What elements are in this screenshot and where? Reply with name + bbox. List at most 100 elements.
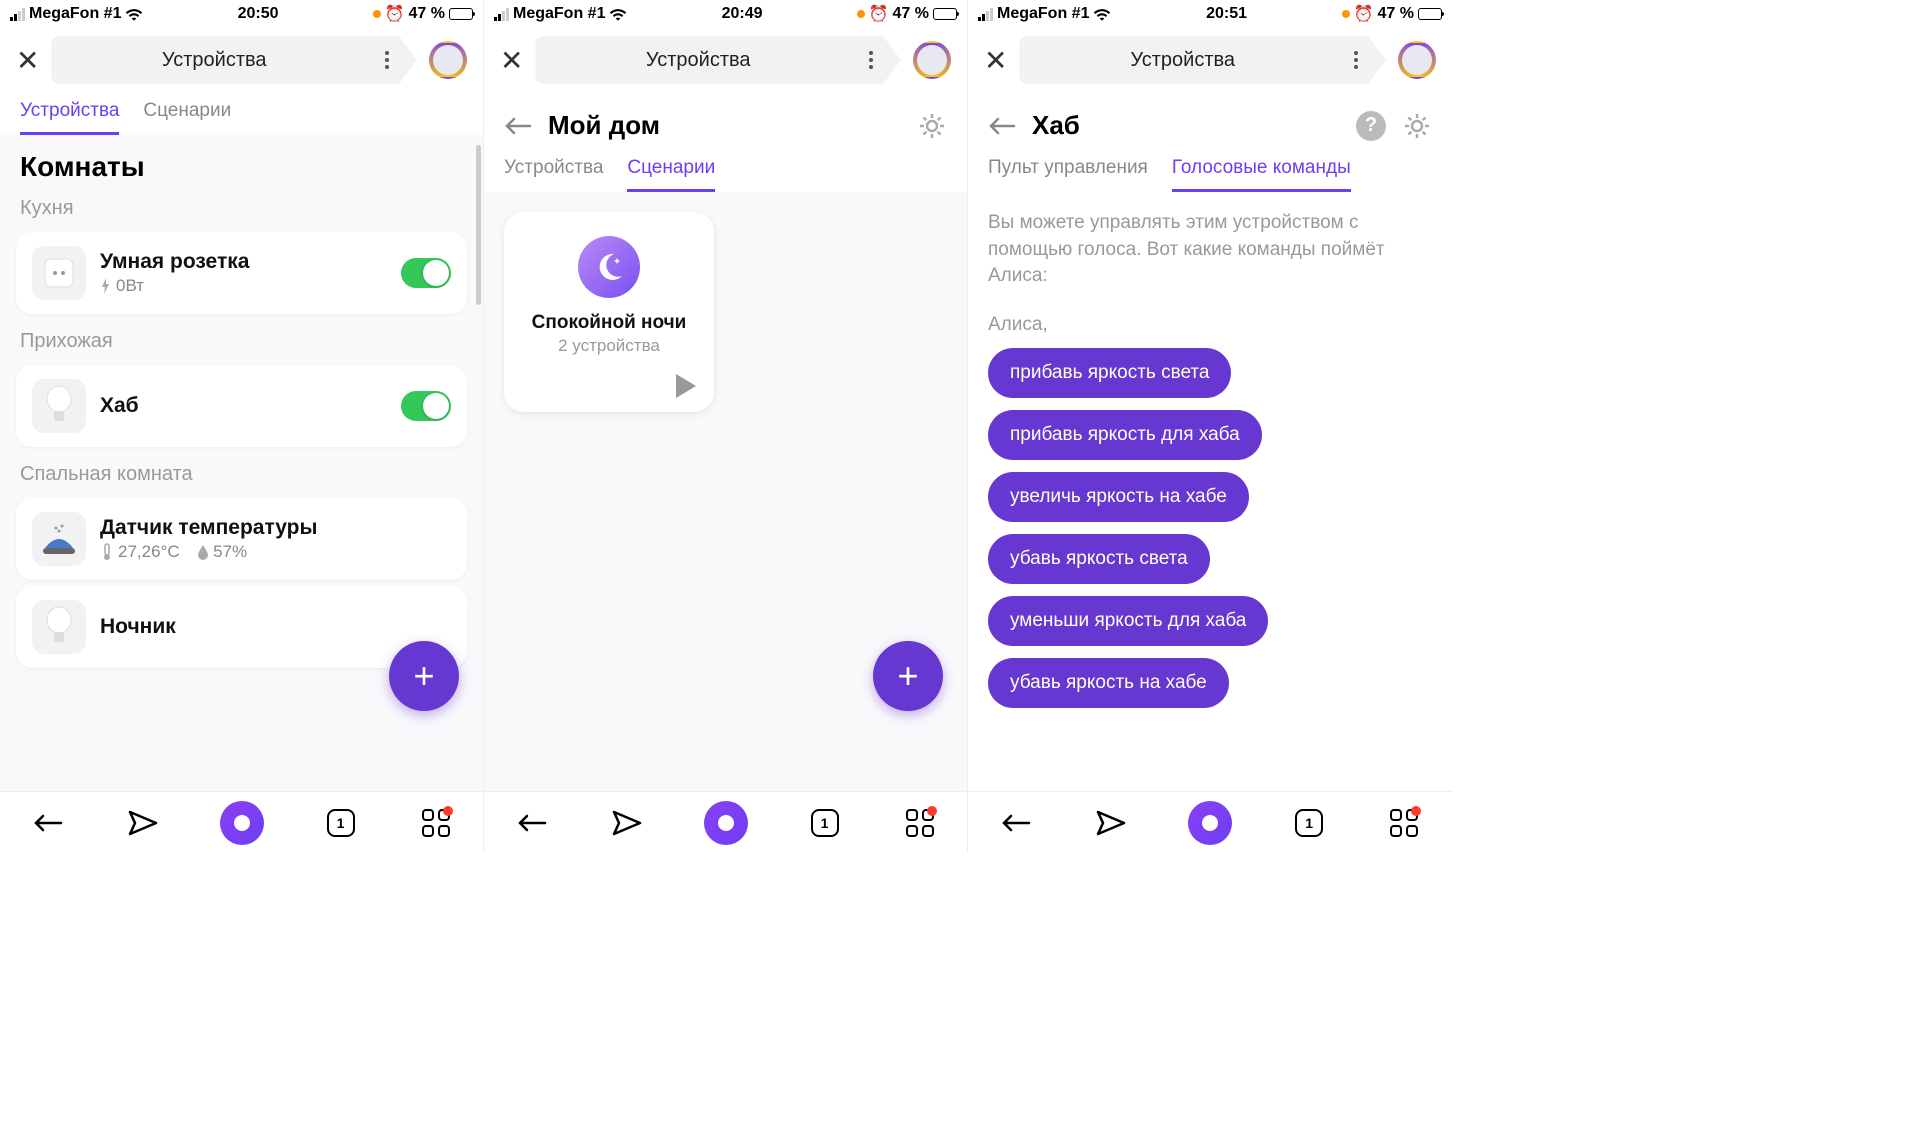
signal-icon <box>10 8 25 21</box>
alarm-icon: ⏰ <box>1354 4 1374 24</box>
content: Спокойной ночи 2 устройства + <box>484 192 967 791</box>
content: Вы можете управлять этим устройством с п… <box>968 192 1452 791</box>
fab-add[interactable]: + <box>389 641 459 711</box>
tab-devices[interactable]: Устройства <box>504 157 603 192</box>
nav-send[interactable] <box>609 805 645 841</box>
signal-icon <box>978 8 993 21</box>
carrier-label: MegaFon #1 <box>997 5 1089 23</box>
status-bar: MegaFon #1 20:50 ⏰ 47 % <box>0 0 483 28</box>
thermometer-icon <box>100 543 114 561</box>
nav-send[interactable] <box>125 805 161 841</box>
time: 20:51 <box>1206 5 1247 23</box>
scenario-card[interactable]: Спокойной ночи 2 устройства <box>504 212 714 412</box>
battery-label: 47 % <box>893 5 929 23</box>
close-icon[interactable]: ✕ <box>500 44 523 77</box>
title-pill[interactable]: Устройства <box>51 36 417 84</box>
time: 20:49 <box>722 5 763 23</box>
nav-grid[interactable] <box>902 805 938 841</box>
bulb-icon <box>32 600 86 654</box>
nav-alice[interactable] <box>220 801 264 845</box>
tabs: Пульт управления Голосовые команды <box>968 149 1452 192</box>
nav-tabs[interactable]: 1 <box>807 805 843 841</box>
gear-icon[interactable] <box>1402 111 1432 141</box>
heading-row: Хаб ? <box>968 92 1452 149</box>
voice-pill[interactable]: увеличь яркость на хабе <box>988 472 1249 522</box>
title-pill[interactable]: Устройства <box>1019 36 1386 84</box>
battery-label: 47 % <box>1378 5 1414 23</box>
nav-alice[interactable] <box>704 801 748 845</box>
nav-grid[interactable] <box>418 805 454 841</box>
voice-pill[interactable]: убавь яркость на хабе <box>988 658 1229 708</box>
carrier-label: MegaFon #1 <box>513 5 605 23</box>
device-sub: 0Вт <box>100 276 387 296</box>
close-icon[interactable]: ✕ <box>16 44 39 77</box>
bottom-nav: 1 <box>0 791 483 853</box>
voice-pill[interactable]: убавь яркость света <box>988 534 1210 584</box>
voice-pill[interactable]: прибавь яркость света <box>988 348 1231 398</box>
title-text: Устройства <box>162 49 267 72</box>
socket-icon <box>32 246 86 300</box>
app-header: ✕ Устройства <box>0 28 483 92</box>
tabs: Устройства Сценарии <box>484 149 967 192</box>
toggle[interactable] <box>401 391 451 421</box>
tab-scenarios[interactable]: Сценарии <box>627 157 715 192</box>
nav-tabs[interactable]: 1 <box>323 805 359 841</box>
droplet-icon <box>197 544 209 560</box>
toggle[interactable] <box>401 258 451 288</box>
device-card[interactable]: Умная розетка 0Вт <box>16 232 467 314</box>
sensor-icon <box>32 512 86 566</box>
alarm-icon: ⏰ <box>869 4 889 24</box>
device-card[interactable]: Датчик температуры 27,26°C 57% <box>16 498 467 580</box>
bulb-icon <box>32 379 86 433</box>
kebab-icon[interactable] <box>1354 51 1358 69</box>
scenario-name: Спокойной ночи <box>532 312 687 334</box>
avatar[interactable] <box>1398 41 1436 79</box>
room-label: Прихожая <box>0 320 483 359</box>
scenario-sub: 2 устройства <box>558 336 660 356</box>
avatar[interactable] <box>429 41 467 79</box>
page-title: Мой дом <box>548 110 901 141</box>
nav-alice[interactable] <box>1188 801 1232 845</box>
play-icon[interactable] <box>674 372 698 400</box>
tab-scenarios[interactable]: Сценарии <box>143 100 231 135</box>
tab-voice[interactable]: Голосовые команды <box>1172 157 1351 192</box>
close-icon[interactable]: ✕ <box>984 44 1007 77</box>
carrier-label: MegaFon #1 <box>29 5 121 23</box>
voice-pill[interactable]: уменьши яркость для хаба <box>988 596 1268 646</box>
nav-back[interactable] <box>998 805 1034 841</box>
avatar[interactable] <box>913 41 951 79</box>
battery-icon <box>1418 8 1442 20</box>
gear-icon[interactable] <box>917 111 947 141</box>
section-title: Комнаты <box>0 135 483 187</box>
tab-devices[interactable]: Устройства <box>20 100 119 135</box>
nav-back[interactable] <box>514 805 550 841</box>
title-pill[interactable]: Устройства <box>535 36 901 84</box>
fab-add[interactable]: + <box>873 641 943 711</box>
tab-remote[interactable]: Пульт управления <box>988 157 1148 192</box>
voice-label: Алиса, <box>968 308 1452 348</box>
kebab-icon[interactable] <box>385 51 389 69</box>
device-name: Датчик температуры <box>100 516 451 540</box>
nav-back[interactable] <box>30 805 66 841</box>
battery-label: 47 % <box>409 5 445 23</box>
voice-intro: Вы можете управлять этим устройством с п… <box>968 192 1452 308</box>
room-label: Кухня <box>0 187 483 226</box>
back-arrow-icon[interactable] <box>504 116 532 136</box>
device-card[interactable]: Хаб <box>16 365 467 447</box>
device-name: Ночник <box>100 615 451 639</box>
device-name: Умная розетка <box>100 250 387 274</box>
page-title: Хаб <box>1032 110 1340 141</box>
heading-row: Мой дом <box>484 92 967 149</box>
screen-scenarios: MegaFon #1 20:49 ⏰ 47 % ✕ Устройства Мой… <box>484 0 968 853</box>
title-text: Устройства <box>646 49 751 72</box>
nav-tabs[interactable]: 1 <box>1291 805 1327 841</box>
content: Комнаты Кухня Умная розетка 0Вт Прихожая… <box>0 135 483 791</box>
back-arrow-icon[interactable] <box>988 116 1016 136</box>
nav-send[interactable] <box>1093 805 1129 841</box>
kebab-icon[interactable] <box>869 51 873 69</box>
voice-pill[interactable]: прибавь яркость для хаба <box>988 410 1262 460</box>
scrollbar[interactable] <box>476 145 481 305</box>
moon-icon <box>578 236 640 298</box>
help-icon[interactable]: ? <box>1356 111 1386 141</box>
nav-grid[interactable] <box>1386 805 1422 841</box>
